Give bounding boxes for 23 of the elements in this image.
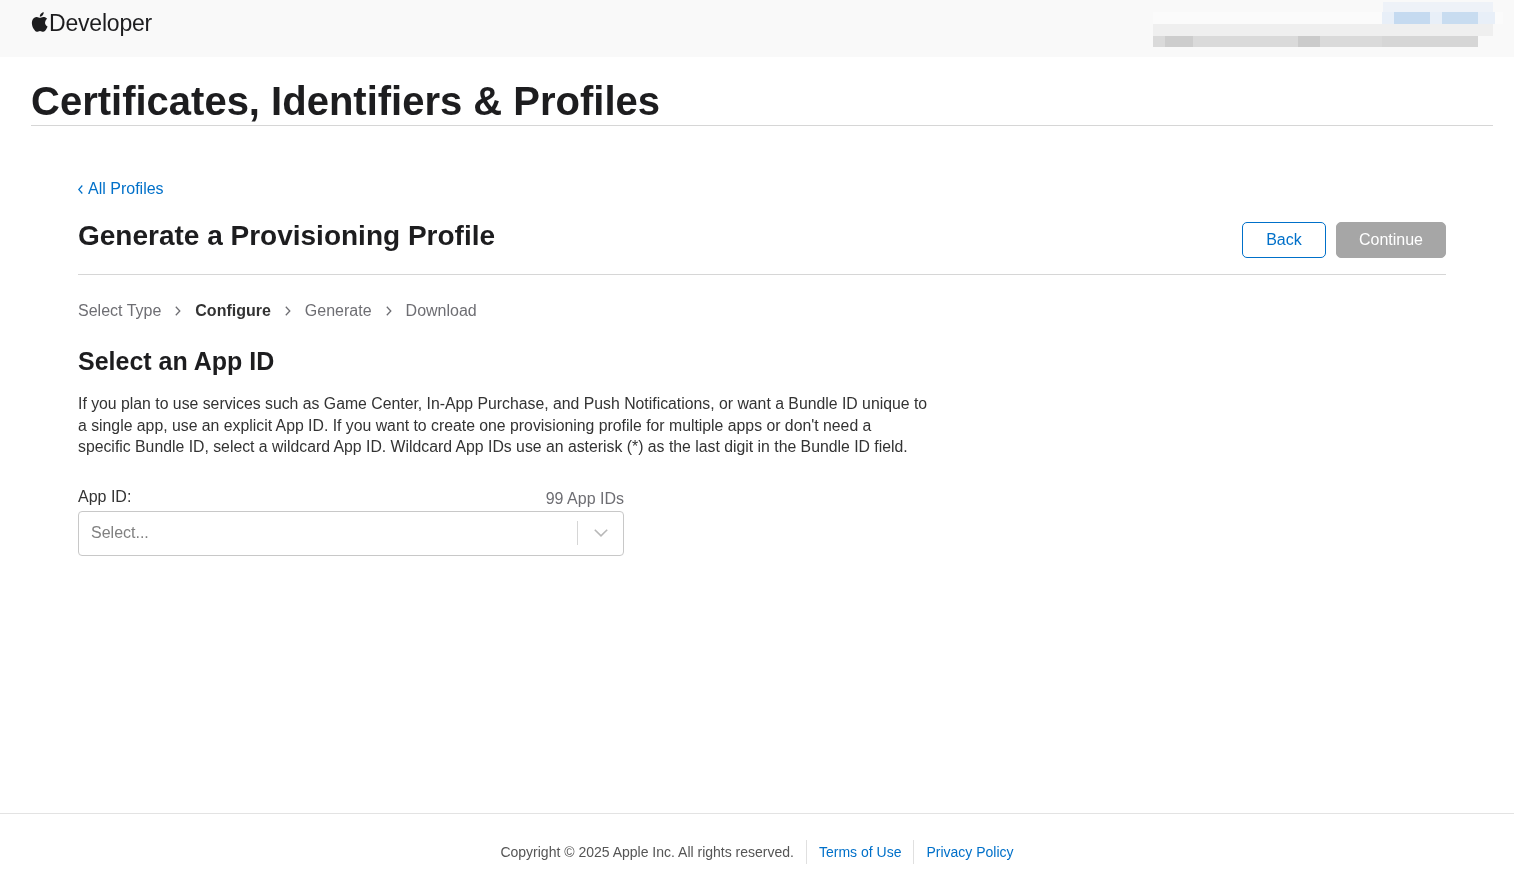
- field-label: App ID:: [78, 486, 132, 507]
- step-label: Generate: [304, 301, 372, 321]
- developer-home-link[interactable]: Developer: [31, 10, 153, 36]
- section-description: If you plan to use services such as Game Center, In-App Purchase, and Push Notifications, or want a Bundle ID unique to a single app, use an explicit App ID. If you want to create one provisioning profile for multiple apps or don't need a specific Bundle ID, select a wildcard App ID. Wildcard App IDs use an asterisk (*) as the last digit in the Bundle ID field.: [78, 394, 928, 457]
- chevron-right-icon: [284, 306, 291, 316]
- chevron-left-icon: [78, 184, 83, 194]
- footer-link[interactable]: Privacy Policy: [926, 844, 1014, 860]
- back-button[interactable]: Back: [1241, 222, 1326, 258]
- copyright-text: Copyright © 2025 Apple Inc. All rights reserved.: [500, 844, 794, 860]
- chevron-right-icon: [175, 306, 182, 316]
- step-label: Select Type: [78, 301, 162, 321]
- chevron-right-icon: [385, 306, 392, 316]
- back-link[interactable]: All Profiles: [78, 179, 164, 199]
- step-label: Configure: [195, 301, 271, 321]
- section-title: Select an App ID: [78, 346, 275, 376]
- chevron-down-icon: [594, 529, 608, 537]
- app-id-count: 99 App IDs: [545, 488, 624, 509]
- page-heading: Generate a Provisioning Profile: [78, 222, 495, 250]
- step-label: Download: [405, 301, 477, 321]
- page-title: Certificates, Identifiers & Profiles: [31, 78, 661, 125]
- app-id-select[interactable]: Select...: [78, 510, 624, 556]
- apple-icon: [31, 11, 48, 32]
- footer-link[interactable]: Terms of Use: [819, 844, 902, 860]
